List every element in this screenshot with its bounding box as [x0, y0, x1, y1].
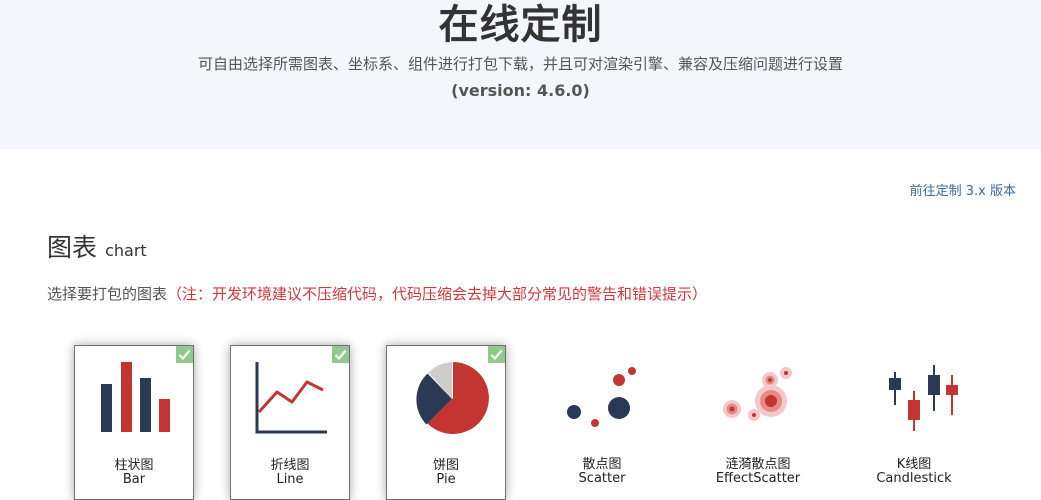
line-chart-icon	[255, 362, 327, 434]
selected-check-icon	[488, 346, 505, 363]
chart-label-en: Candlestick	[876, 471, 952, 486]
selected-check-icon	[176, 346, 193, 363]
chart-option-bar[interactable]: 柱状图 Bar	[74, 345, 194, 500]
pie-chart-icon	[416, 362, 489, 434]
section-title-en: chart	[105, 241, 147, 260]
selected-check-icon	[332, 346, 349, 363]
chart-label-en: Scatter	[578, 471, 626, 486]
chart-label-en: Bar	[122, 472, 146, 487]
chart-label-cn: 散点图	[582, 457, 622, 472]
chart-label-en: Line	[276, 472, 304, 487]
chart-label-cn: 饼图	[432, 458, 459, 473]
chart-label-cn: 涟漪散点图	[725, 457, 791, 472]
chart-label-en: EffectScatter	[715, 471, 801, 486]
bar-chart-icon	[101, 362, 170, 432]
chart-label-cn: 折线图	[270, 458, 310, 473]
section-note: 选择要打包的图表（注：开发环境建议不压缩代码，代码压缩会去掉大部分常见的警告和错…	[47, 283, 707, 304]
chart-label-cn: K线图	[896, 457, 932, 472]
section-note-text: 选择要打包的图表	[47, 285, 168, 303]
chart-option-scatter[interactable]: 散点图 Scatter	[542, 345, 662, 500]
v3-builder-link[interactable]: 前往定制 3.x 版本	[910, 180, 1016, 199]
page-title: 在线定制	[438, 2, 603, 48]
chart-option-line[interactable]: 折线图 Line	[230, 345, 350, 500]
page-description: 可自由选择所需图表、坐标系、组件进行打包下载，并且可对渲染引擎、兼容及压缩问题进…	[197, 55, 843, 73]
page-header: 在线定制 可自由选择所需图表、坐标系、组件进行打包下载，并且可对渲染引擎、兼容及…	[0, 0, 1041, 149]
candlestick-chart-icon	[889, 365, 958, 431]
section-title: 图表 chart	[47, 228, 147, 264]
chart-option-effect-scatter[interactable]: 涟漪散点图 EffectScatter	[698, 345, 818, 500]
chart-option-candlestick[interactable]: K线图 Candlestick	[854, 345, 974, 500]
section-title-cn: 图表	[47, 233, 98, 262]
scatter-chart-icon	[567, 367, 636, 427]
chart-label-en: Pie	[436, 472, 456, 487]
version-label: (version: 4.6.0)	[451, 81, 590, 100]
effect-scatter-chart-icon	[723, 367, 792, 421]
compression-warning: （注：开发环境建议不压缩代码，代码压缩会去掉大部分常见的警告和错误提示）	[167, 285, 708, 303]
chart-option-pie[interactable]: 饼图 Pie	[386, 345, 506, 500]
chart-label-cn: 柱状图	[114, 458, 154, 473]
